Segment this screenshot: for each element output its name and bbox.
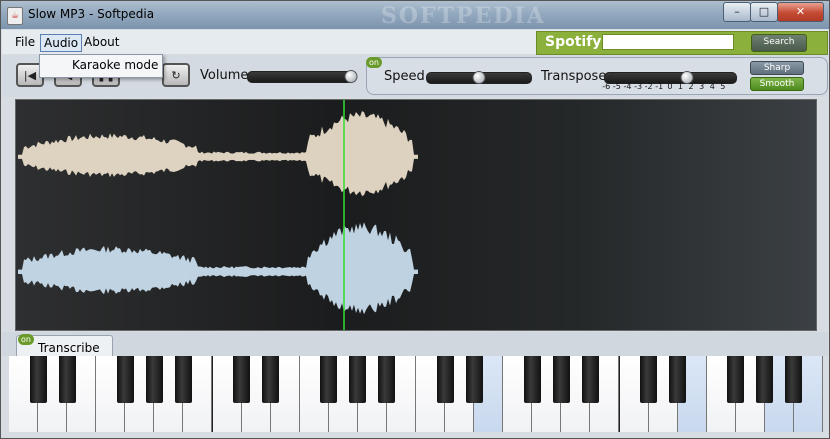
piano-black-key[interactable] xyxy=(436,356,454,403)
transcribe-strip: on Transcribe xyxy=(2,332,828,357)
transpose-tick: -4 xyxy=(623,82,632,91)
volume-slider[interactable] xyxy=(247,70,358,83)
menu-about[interactable]: About xyxy=(81,34,122,50)
transpose-tick: 4 xyxy=(709,82,715,91)
piano-black-key[interactable] xyxy=(58,356,76,403)
spotify-logo: Spotify xyxy=(545,34,602,50)
menu-file[interactable]: File xyxy=(12,34,38,50)
transpose-ticks: -6 -5 -4 -3 -2 -1 0 1 2 3 4 5 xyxy=(601,82,728,91)
skip-back-icon: |◀ xyxy=(23,69,37,82)
transcribe-tab-label: Transcribe xyxy=(38,341,100,355)
transpose-tick: 5 xyxy=(720,82,726,91)
piano-black-key[interactable] xyxy=(320,356,338,403)
piano-black-key[interactable] xyxy=(233,356,251,403)
effects-on-badge[interactable]: on xyxy=(366,57,382,68)
piano-black-key[interactable] xyxy=(581,356,599,403)
piano-black-key[interactable] xyxy=(262,356,280,403)
transpose-tick: -5 xyxy=(612,82,621,91)
spotify-search-input[interactable] xyxy=(602,34,734,50)
app-window: ☕ Slow MP3 - Softpedia SOFTPEDIA – □ ✕ F… xyxy=(0,0,830,439)
tab-transcribe[interactable]: on Transcribe xyxy=(16,334,113,357)
minimize-button[interactable]: – xyxy=(723,2,751,22)
loop-icon: ↻ xyxy=(171,69,181,82)
transpose-tick: 2 xyxy=(688,82,694,91)
piano-black-key[interactable] xyxy=(116,356,134,403)
transcribe-on-badge[interactable]: on xyxy=(18,334,34,345)
volume-label: Volume xyxy=(200,68,249,83)
piano-black-key[interactable] xyxy=(378,356,396,403)
waveform-svg xyxy=(18,100,418,330)
waveform-top-channel xyxy=(18,111,418,196)
transpose-tick: -2 xyxy=(644,82,653,91)
title-bar[interactable]: ☕ Slow MP3 - Softpedia SOFTPEDIA – □ ✕ xyxy=(1,1,829,29)
piano-black-key[interactable] xyxy=(669,356,687,403)
transpose-label: Transpose xyxy=(541,69,607,84)
speed-slider[interactable] xyxy=(426,71,532,84)
piano-black-key[interactable] xyxy=(29,356,47,403)
smooth-button[interactable]: Smooth xyxy=(750,77,804,91)
piano-black-key[interactable] xyxy=(756,356,774,403)
piano-keyboard[interactable] xyxy=(9,356,823,432)
piano-black-key[interactable] xyxy=(552,356,570,403)
piano-black-key[interactable] xyxy=(145,356,163,403)
transpose-tick: -1 xyxy=(655,82,664,91)
softpedia-watermark: SOFTPEDIA xyxy=(381,3,546,29)
transpose-tick: -3 xyxy=(634,82,643,91)
piano-black-key[interactable] xyxy=(727,356,745,403)
piano-black-key[interactable] xyxy=(349,356,367,403)
volume-knob[interactable] xyxy=(344,70,358,83)
spotify-bar: Spotify Search xyxy=(536,31,828,55)
transpose-tick: -6 xyxy=(602,82,611,91)
piano-black-key[interactable] xyxy=(174,356,192,403)
menu-item-karaoke-mode[interactable]: Karaoke mode xyxy=(72,58,158,72)
maximize-button[interactable]: □ xyxy=(750,2,778,22)
speed-label: Speed xyxy=(384,69,425,84)
transpose-tick: 1 xyxy=(677,82,683,91)
transpose-tick: 0 xyxy=(667,82,673,91)
piano-black-key[interactable] xyxy=(523,356,541,403)
window-title: Slow MP3 - Softpedia xyxy=(28,7,155,21)
audio-dropdown-menu: Karaoke mode xyxy=(39,54,163,78)
transpose-tick: 3 xyxy=(699,82,705,91)
speed-knob[interactable] xyxy=(472,71,486,84)
spotify-search-button[interactable]: Search xyxy=(751,34,807,52)
waveform-display[interactable] xyxy=(15,99,817,331)
piano-black-key[interactable] xyxy=(640,356,658,403)
sharp-button[interactable]: Sharp xyxy=(750,61,804,75)
piano-black-key[interactable] xyxy=(785,356,803,403)
waveform-bottom-channel xyxy=(18,222,418,315)
loop-button[interactable]: ↻ xyxy=(162,63,190,87)
java-app-icon: ☕ xyxy=(7,7,23,25)
menu-audio[interactable]: Audio xyxy=(40,34,83,52)
piano-black-key[interactable] xyxy=(465,356,483,403)
close-button[interactable]: ✕ xyxy=(777,2,824,22)
